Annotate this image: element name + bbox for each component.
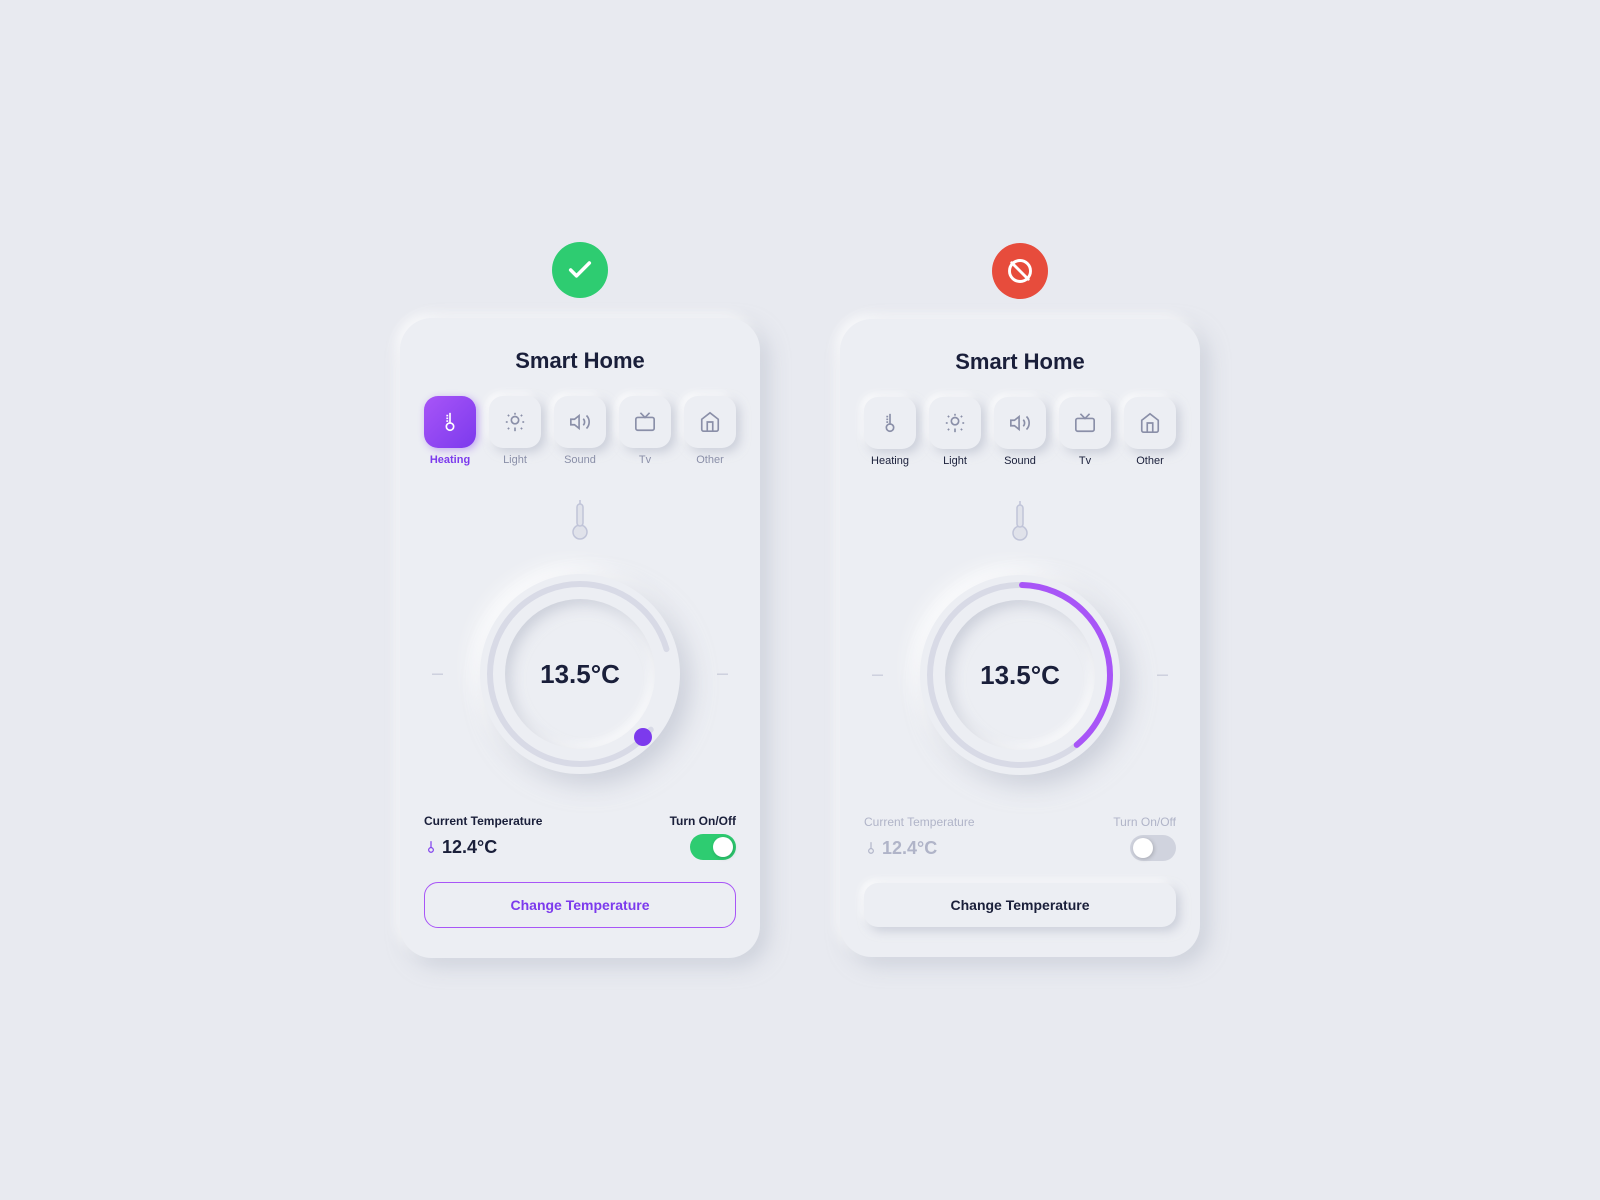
- left-cat-other-label: Other: [696, 454, 724, 466]
- right-dial-wrapper[interactable]: — — 13.5°C: [864, 555, 1176, 795]
- right-categories: Heating: [864, 397, 1176, 467]
- right-toggle-knob: [1133, 838, 1153, 858]
- right-tick-right: —: [1157, 669, 1168, 681]
- left-cat-sound[interactable]: Sound: [554, 396, 606, 466]
- right-temp-value: 12.4°C: [864, 838, 937, 859]
- right-tick-left: —: [872, 669, 883, 681]
- left-change-temp-button[interactable]: Change Temperature: [424, 882, 736, 928]
- left-turn-on-off-label: Turn On/Off: [670, 814, 736, 828]
- left-phone-card: Smart Home Heating: [400, 318, 760, 958]
- right-app-title: Smart Home: [864, 349, 1176, 375]
- left-thermo-icon: [424, 496, 736, 544]
- right-cat-heating[interactable]: Heating: [864, 397, 916, 467]
- right-phone-card: Smart Home Heating: [840, 319, 1200, 957]
- left-cat-tv[interactable]: Tv: [619, 396, 671, 466]
- left-cat-light-label: Light: [503, 454, 527, 466]
- left-toggle[interactable]: [690, 834, 736, 860]
- page-wrapper: Smart Home Heating: [0, 0, 1600, 1200]
- right-cat-sound[interactable]: Sound: [994, 397, 1046, 467]
- left-cat-heating-label: Heating: [430, 454, 470, 466]
- left-phone-column: Smart Home Heating: [400, 242, 760, 958]
- left-app-title: Smart Home: [424, 348, 736, 374]
- left-tick-right: —: [717, 668, 728, 680]
- left-temp-toggle-row: 12.4°C: [424, 834, 736, 860]
- left-dial-handle[interactable]: [634, 728, 652, 746]
- left-toggle-knob: [713, 837, 733, 857]
- left-current-temp-label: Current Temperature: [424, 814, 542, 828]
- left-badge: [552, 242, 608, 298]
- left-info-labels: Current Temperature Turn On/Off: [424, 814, 736, 828]
- right-cat-light-label: Light: [943, 455, 967, 467]
- left-temp-value: 12.4°C: [424, 837, 497, 858]
- left-dial-wrapper[interactable]: — — 13.5°C: [424, 554, 736, 794]
- left-cat-tv-label: Tv: [639, 454, 651, 466]
- right-change-temp-button[interactable]: Change Temperature: [864, 883, 1176, 927]
- right-dial-outer[interactable]: 13.5°C: [920, 575, 1120, 775]
- right-temp-toggle-row: 12.4°C: [864, 835, 1176, 861]
- right-current-temp-label: Current Temperature: [864, 815, 975, 829]
- left-tick-left: —: [432, 668, 443, 680]
- right-toggle[interactable]: [1130, 835, 1176, 861]
- left-cat-other[interactable]: Other: [684, 396, 736, 466]
- right-phone-column: Smart Home Heating: [840, 243, 1200, 957]
- left-dial-outer[interactable]: 13.5°C: [480, 574, 680, 774]
- right-thermo-icon: [864, 497, 1176, 545]
- right-turn-on-off-label: Turn On/Off: [1113, 815, 1176, 829]
- left-cat-light[interactable]: Light: [489, 396, 541, 466]
- right-cat-heating-label: Heating: [871, 455, 909, 467]
- right-cat-other[interactable]: Other: [1124, 397, 1176, 467]
- left-cat-heating[interactable]: Heating: [424, 396, 476, 466]
- right-cat-tv[interactable]: Tv: [1059, 397, 1111, 467]
- left-categories: Heating: [424, 396, 736, 466]
- right-cat-other-label: Other: [1136, 455, 1164, 467]
- right-badge: [992, 243, 1048, 299]
- left-cat-sound-label: Sound: [564, 454, 596, 466]
- right-arc-svg: [920, 575, 1120, 775]
- right-info-labels: Current Temperature Turn On/Off: [864, 815, 1176, 829]
- right-cat-sound-label: Sound: [1004, 455, 1036, 467]
- right-cat-tv-label: Tv: [1079, 455, 1091, 467]
- left-arc-svg: [480, 574, 680, 774]
- right-cat-light[interactable]: Light: [929, 397, 981, 467]
